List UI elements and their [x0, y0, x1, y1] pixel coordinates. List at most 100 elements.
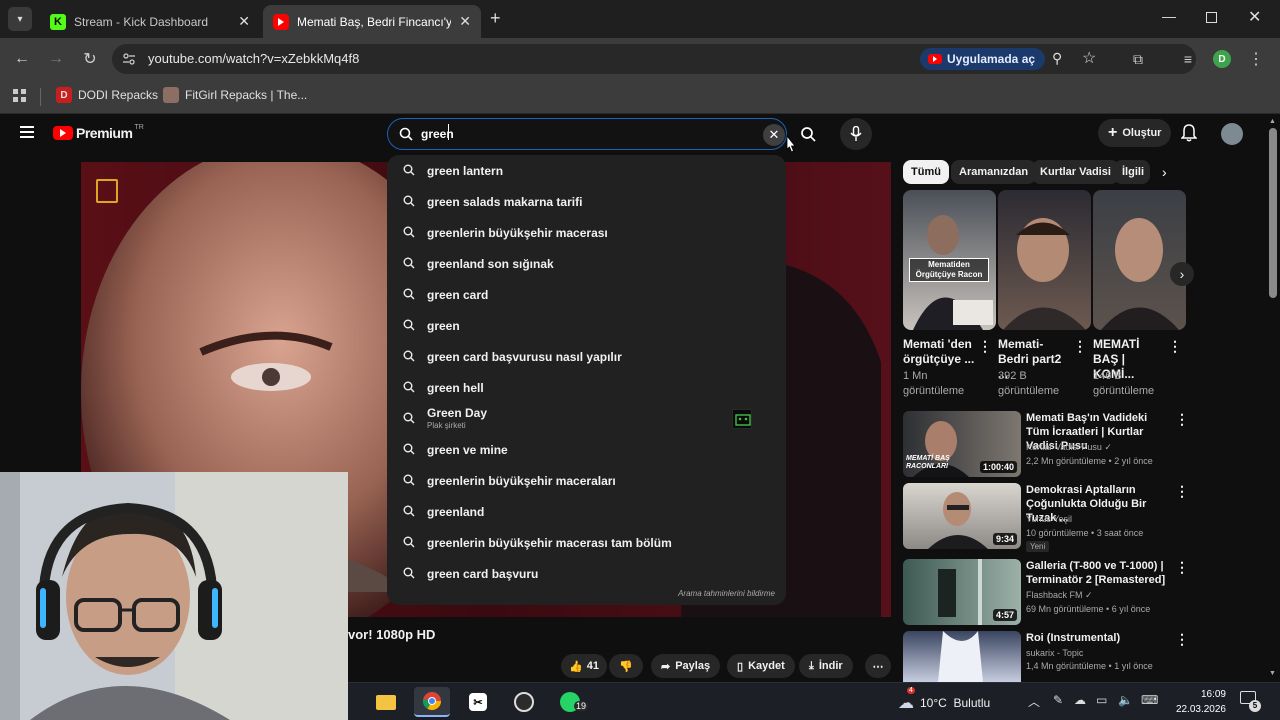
bookmark-star-icon[interactable]: ☆	[1082, 48, 1096, 68]
show-hidden-icons-icon[interactable]: ︿	[1028, 693, 1040, 710]
chips-next-icon[interactable]: ›	[1162, 164, 1167, 180]
suggestion-item-green-day[interactable]: Green Day Plak şirketi	[387, 403, 786, 434]
related-title[interactable]: Roi (Instrumental)	[1026, 631, 1171, 645]
suggestion-item[interactable]: green hell	[387, 372, 786, 403]
suggestion-item[interactable]: greenland	[387, 496, 786, 527]
bookmark-fitgirl-repacks[interactable]: FitGirl Repacks | The...	[163, 87, 307, 103]
related-thumbnail[interactable]: 9:34	[903, 483, 1021, 549]
extensions-icon[interactable]: ⧉	[1126, 47, 1150, 71]
save-button[interactable]: ▯ Kaydet	[727, 654, 795, 678]
close-tab-icon[interactable]: ✕	[238, 13, 250, 30]
short-thumbnail[interactable]	[1093, 190, 1186, 330]
taskbar-whatsapp[interactable]: 19	[552, 687, 589, 717]
related-more-icon[interactable]: ⋮	[1175, 559, 1189, 576]
notifications-bell-icon[interactable]	[1180, 124, 1198, 147]
close-window-icon[interactable]: ✕	[1248, 7, 1261, 27]
chip-from-search[interactable]: Aramanızdan	[951, 160, 1037, 184]
report-predictions-link[interactable]: Arama tahminlerini bildirme	[678, 589, 775, 598]
related-thumbnail[interactable]	[903, 631, 1021, 682]
site-info-icon[interactable]	[122, 52, 136, 66]
scroll-up-icon[interactable]: ▲	[1269, 118, 1276, 125]
suggestion-item[interactable]: green ve mine	[387, 434, 786, 465]
related-channel[interactable]: sukarix - Topic	[1026, 646, 1176, 660]
like-button[interactable]: 👍 41	[561, 654, 607, 678]
taskbar-file-explorer[interactable]	[368, 687, 404, 717]
suggestion-item[interactable]: greenlerin büyükşehir macerası	[387, 217, 786, 248]
taskbar-chrome[interactable]	[414, 687, 450, 717]
address-bar[interactable]: youtube.com/watch?v=xZebkkMq4f8 Uygulama…	[112, 44, 1196, 74]
tab-kick-dashboard[interactable]: K Stream - Kick Dashboard ✕	[40, 5, 260, 38]
clear-search-icon[interactable]: ✕	[763, 124, 785, 146]
tab-search-button[interactable]: ▾	[8, 7, 32, 31]
shorts-next-icon[interactable]: ›	[1170, 262, 1194, 286]
short-more-icon[interactable]: ⋮	[1073, 338, 1087, 355]
suggestion-item[interactable]: greenlerin büyükşehir macerası tam bölüm	[387, 527, 786, 558]
new-tab-icon[interactable]: +	[490, 8, 501, 29]
short-thumbnail[interactable]	[998, 190, 1091, 330]
reload-icon[interactable]: ↻	[78, 47, 102, 71]
close-tab-icon[interactable]: ✕	[459, 13, 471, 30]
tray-keyboard-icon[interactable]: ⌨	[1141, 693, 1158, 707]
dislike-button[interactable]: 👎	[609, 654, 643, 678]
chip-all[interactable]: Tümü	[903, 160, 949, 184]
youtube-premium-logo[interactable]: Premium TR	[53, 124, 144, 141]
scrollbar-thumb[interactable]	[1269, 128, 1277, 298]
search-icon	[403, 257, 415, 272]
suggestion-item[interactable]: greenlerin büyükşehir maceraları	[387, 465, 786, 496]
media-control-icon[interactable]: ≡	[1176, 47, 1200, 71]
suggestion-item[interactable]: green lantern	[387, 155, 786, 186]
taskbar-capcut[interactable]: ✂	[460, 687, 496, 717]
short-title[interactable]: Memati 'den örgütçüye ...	[903, 337, 978, 367]
create-button[interactable]: + Oluştur	[1098, 119, 1172, 147]
related-more-icon[interactable]: ⋮	[1175, 483, 1189, 500]
chip-related[interactable]: İlgili	[1114, 160, 1150, 184]
related-more-icon[interactable]: ⋮	[1175, 411, 1189, 428]
restore-icon[interactable]	[1206, 12, 1217, 23]
apps-grid-icon[interactable]	[13, 89, 27, 103]
back-icon[interactable]: ←	[10, 47, 34, 71]
more-actions-button[interactable]: ⋯	[865, 654, 891, 678]
page-scrollbar[interactable]: ▲ ▼	[1266, 114, 1280, 682]
chip-kurtlar-vadisi[interactable]: Kurtlar Vadisi	[1032, 160, 1119, 184]
download-button[interactable]: ⤓ İndir	[799, 654, 853, 678]
tray-cloud-icon[interactable]: ☁	[1074, 693, 1086, 707]
notification-center-icon[interactable]: 5	[1240, 691, 1261, 712]
short-thumbnail[interactable]: Mematiden Örgütçüye Racon	[903, 190, 996, 330]
search-input[interactable]: green ✕	[387, 118, 787, 150]
related-thumbnail[interactable]: 4:57	[903, 559, 1021, 625]
suggestion-item[interactable]: green card	[387, 279, 786, 310]
browser-menu-icon[interactable]: ⋮	[1244, 47, 1268, 71]
guide-menu-icon[interactable]	[20, 125, 34, 138]
tray-network-icon[interactable]: ▭	[1096, 693, 1107, 707]
forward-icon[interactable]: →	[44, 47, 68, 71]
related-channel[interactable]: Kurtlar Vadisi Pusu ✓	[1026, 440, 1176, 454]
zoom-icon[interactable]: ⚲	[1052, 50, 1062, 67]
related-channel[interactable]: Yunus Yeşil	[1026, 512, 1176, 526]
weather-widget[interactable]: ☁ 4 10°C Bulutlu	[898, 687, 990, 713]
related-more-icon[interactable]: ⋮	[1175, 631, 1189, 648]
suggestion-item[interactable]: green card başvurusu nasıl yapılır	[387, 341, 786, 372]
bookmark-dodi-repacks[interactable]: D DODI Repacks	[56, 87, 158, 103]
tray-pen-icon[interactable]: ✎	[1053, 693, 1063, 707]
short-more-icon[interactable]: ⋮	[978, 338, 992, 355]
suggestion-item[interactable]: greenland son sığınak	[387, 248, 786, 279]
open-in-app-button[interactable]: Uygulamada aç	[920, 48, 1046, 70]
voice-search-icon[interactable]	[840, 118, 872, 150]
related-channel[interactable]: Flashback FM ✓	[1026, 588, 1176, 602]
short-more-icon[interactable]: ⋮	[1168, 338, 1182, 355]
suggestion-item[interactable]: green salads makarna tarifi	[387, 186, 786, 217]
share-button[interactable]: ➦ Paylaş	[651, 654, 721, 678]
taskbar-clock[interactable]: 16:09 22.03.2026	[1166, 687, 1226, 717]
related-thumbnail[interactable]: MEMATİ BAŞ RACONLARI 1:00:40	[903, 411, 1021, 477]
suggestion-item[interactable]: green card başvuru	[387, 558, 786, 589]
tray-volume-icon[interactable]: 🔈	[1118, 693, 1133, 707]
profile-avatar[interactable]: D	[1213, 50, 1231, 68]
tab-youtube-video[interactable]: Memati Baş, Bedri Fincancı'ya Rest ✕	[263, 5, 481, 38]
taskbar-obs[interactable]	[506, 687, 542, 717]
search-icon	[403, 164, 415, 179]
suggestion-item[interactable]: green	[387, 310, 786, 341]
related-title[interactable]: Galleria (T-800 ve T-1000) | Terminatör …	[1026, 559, 1171, 587]
account-avatar[interactable]	[1221, 123, 1243, 145]
scroll-down-icon[interactable]: ▼	[1269, 670, 1276, 677]
minimize-icon[interactable]: —	[1162, 8, 1176, 24]
